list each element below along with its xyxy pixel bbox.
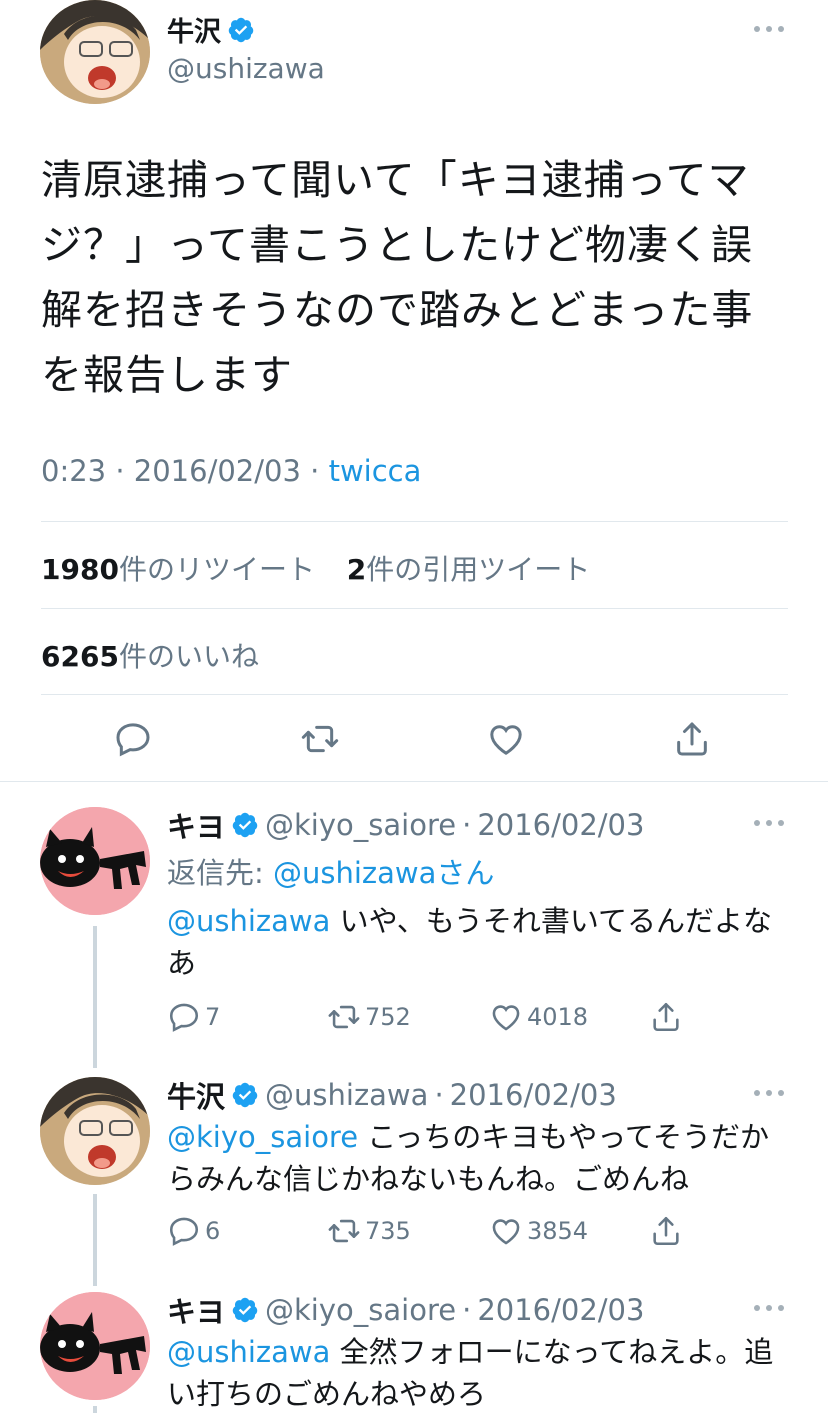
- reply-icon: [116, 723, 150, 757]
- tweet-date[interactable]: 2016/02/03: [477, 1293, 644, 1327]
- avatar[interactable]: [40, 0, 150, 104]
- divider: [0, 781, 828, 782]
- reply-to-user-link[interactable]: @ushizawaさん: [273, 856, 494, 890]
- reply-tweet[interactable]: キヨ @kiyo_saiore · 2016/02/03 返信先: @ushizaw…: [0, 804, 828, 1064]
- share-icon: [653, 1002, 679, 1032]
- retweet-icon: [301, 725, 339, 753]
- reply-to-suffix: さん: [436, 856, 495, 890]
- handle[interactable]: @ushizawa: [167, 52, 325, 85]
- mention-link[interactable]: @kiyo_saiore: [167, 1120, 358, 1154]
- avatar[interactable]: [40, 807, 150, 915]
- more-icon[interactable]: [754, 1303, 784, 1313]
- mention-link[interactable]: @ushizawa: [167, 1335, 330, 1369]
- tweet-date[interactable]: 2016/02/03: [450, 1078, 617, 1112]
- handle[interactable]: @kiyo_saiore: [265, 808, 456, 842]
- reply-icon: [169, 1003, 199, 1032]
- retweet-icon: [328, 1005, 360, 1029]
- tweet-text: @ushizawa いや、もうそれ書いてるんだよなあ: [167, 900, 792, 984]
- like-icon: [490, 725, 522, 755]
- quotes-label: 件の引用ツイート: [366, 553, 591, 586]
- retweets-link[interactable]: 1980件のリツイート: [41, 553, 315, 586]
- reply-header: キヨ @kiyo_saiore · 2016/02/03: [167, 1289, 644, 1331]
- divider: [41, 521, 788, 522]
- tweet-time[interactable]: 0:23: [41, 454, 106, 488]
- tweet-date[interactable]: 2016/02/03: [477, 808, 644, 842]
- tweet-source-link[interactable]: twicca: [329, 454, 422, 488]
- display-name-text: 牛沢: [167, 17, 221, 48]
- share-icon: [653, 1216, 679, 1246]
- retweet-icon: [328, 1219, 360, 1243]
- likes-count: 6265: [41, 640, 119, 673]
- handle[interactable]: @kiyo_saiore: [265, 1293, 456, 1327]
- reply-button[interactable]: 7: [167, 1000, 220, 1034]
- reply-tweet[interactable]: 牛沢 @ushizawa · 2016/02/03 @kiyo_saiore こっち…: [0, 1074, 828, 1284]
- like-icon: [492, 1219, 520, 1245]
- reply-header: キヨ @kiyo_saiore · 2016/02/03: [167, 804, 644, 846]
- reply-count: 6: [205, 1217, 221, 1245]
- verified-badge-icon: [231, 1081, 259, 1109]
- handle[interactable]: @ushizawa: [265, 1078, 428, 1112]
- tweet-actions: [0, 712, 828, 772]
- retweet-button[interactable]: 735: [327, 1214, 411, 1248]
- retweet-button[interactable]: 752: [327, 1000, 411, 1034]
- reply-count: 7: [205, 1003, 221, 1031]
- avatar[interactable]: [40, 1077, 150, 1185]
- retweets-count: 1980: [41, 553, 119, 586]
- tweet-text: 清原逮捕って聞いて「キヨ逮捕ってマジ？」って書こうとしたけど物凄く誤解を招きそう…: [41, 156, 754, 399]
- reply-to: 返信先: @ushizawaさん: [167, 850, 494, 892]
- like-count: 4018: [527, 1003, 589, 1031]
- retweet-count: 735: [365, 1217, 411, 1245]
- display-name[interactable]: 牛沢: [167, 1074, 225, 1116]
- reply-button[interactable]: 6: [167, 1214, 220, 1248]
- reply-to-user: @ushizawa: [273, 856, 437, 890]
- reply-button[interactable]: [106, 712, 160, 766]
- tweet-meta: 0:23 · 2016/02/03 · twicca: [41, 454, 422, 488]
- retweets-label: 件のリツイート: [118, 553, 315, 586]
- share-button[interactable]: [649, 1214, 683, 1248]
- reply-header: 牛沢 @ushizawa · 2016/02/03: [167, 1074, 617, 1116]
- verified-badge-icon: [231, 1296, 259, 1324]
- reply-actions: 7 752 4018: [167, 1000, 697, 1036]
- retweet-stats: 1980件のリツイート 2件の引用ツイート: [41, 548, 590, 588]
- tweet-date[interactable]: 2016/02/03: [134, 454, 301, 488]
- tweet-text: @ushizawa 全然フォローになってねえよ。追い打ちのごめんねやめろ: [167, 1331, 792, 1413]
- like-button[interactable]: 4018: [489, 1000, 588, 1034]
- more-icon[interactable]: [754, 818, 784, 828]
- reply-to-label: 返信先:: [167, 856, 273, 890]
- display-name[interactable]: キヨ: [167, 1289, 225, 1331]
- likes-link[interactable]: 6265件のいいね: [41, 635, 259, 675]
- reply-actions: 6 735 3854: [167, 1214, 697, 1250]
- share-icon: [677, 722, 707, 756]
- divider: [41, 694, 788, 695]
- verified-badge-icon: [231, 811, 259, 839]
- more-icon[interactable]: [754, 24, 784, 34]
- quotes-count: 2: [346, 553, 367, 586]
- quotes-link[interactable]: 2件の引用ツイート: [347, 553, 591, 586]
- verified-badge-icon: [227, 16, 255, 44]
- retweet-count: 752: [365, 1003, 411, 1031]
- share-button[interactable]: [649, 1000, 683, 1034]
- more-icon[interactable]: [754, 1088, 784, 1098]
- like-button[interactable]: 3854: [489, 1214, 588, 1248]
- divider: [41, 608, 788, 609]
- like-button[interactable]: [479, 712, 533, 766]
- tweet-text: @kiyo_saiore こっちのキヨもやってそうだからみんな信じかねないもんね…: [167, 1116, 792, 1200]
- avatar[interactable]: [40, 1292, 150, 1400]
- reply-tweet[interactable]: キヨ @kiyo_saiore · 2016/02/03 @ushizawa 全然フ…: [0, 1289, 828, 1413]
- like-count: 3854: [527, 1217, 589, 1245]
- mention-link[interactable]: @ushizawa: [167, 904, 330, 938]
- share-button[interactable]: [665, 712, 719, 766]
- likes-label: 件のいいね: [118, 640, 259, 673]
- retweet-button[interactable]: [293, 712, 347, 766]
- main-tweet-header: 牛沢 @ushizawa: [0, 0, 828, 110]
- like-icon: [492, 1005, 520, 1031]
- display-name[interactable]: キヨ: [167, 804, 225, 846]
- reply-icon: [169, 1217, 199, 1246]
- display-name[interactable]: 牛沢: [167, 10, 255, 49]
